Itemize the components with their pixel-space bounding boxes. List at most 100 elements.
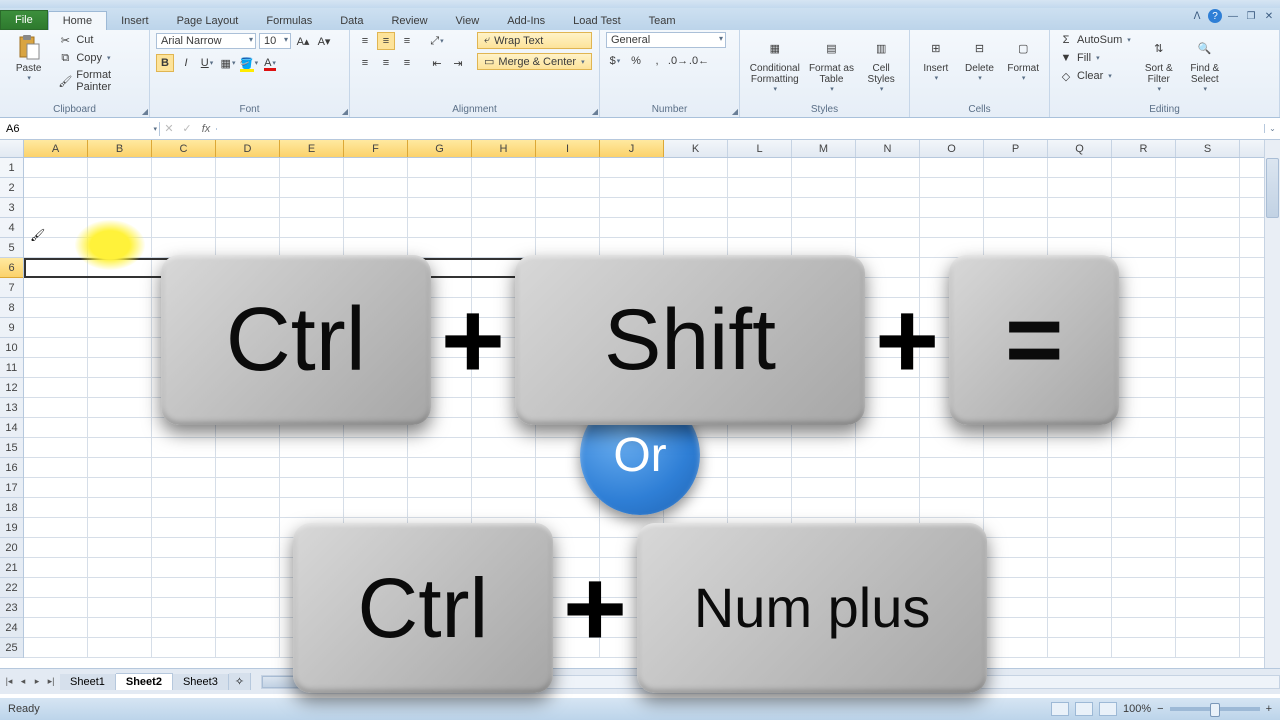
autosum-button[interactable]: ΣAutoSum▾ xyxy=(1056,32,1134,48)
column-header[interactable]: N xyxy=(856,140,920,157)
enter-formula-icon[interactable]: ✓ xyxy=(178,122,196,135)
view-layout-icon[interactable] xyxy=(1075,702,1093,716)
align-center-icon[interactable]: ≡ xyxy=(377,54,395,72)
tab-team[interactable]: Team xyxy=(635,12,690,30)
fx-icon[interactable]: fx xyxy=(196,123,216,135)
row-header[interactable]: 23 xyxy=(0,598,23,618)
tab-loadtest[interactable]: Load Test xyxy=(559,12,635,30)
horizontal-scrollbar[interactable] xyxy=(261,675,1280,689)
merge-center-button[interactable]: ▭Merge & Center▾ xyxy=(477,53,592,70)
column-header[interactable]: F xyxy=(344,140,408,157)
sheet-nav[interactable]: |◂◂▸▸| xyxy=(0,676,60,687)
row-header[interactable]: 6 xyxy=(0,258,23,278)
select-all-button[interactable] xyxy=(0,140,24,158)
spreadsheet-grid[interactable]: ABCDEFGHIJKLMNOPQRS 12345678910111213141… xyxy=(0,140,1280,694)
sheet-tab-1[interactable]: Sheet1 xyxy=(60,674,116,690)
row-header[interactable]: 17 xyxy=(0,478,23,498)
row-header[interactable]: 12 xyxy=(0,378,23,398)
vertical-scrollbar[interactable] xyxy=(1264,140,1280,668)
row-header[interactable]: 8 xyxy=(0,298,23,318)
format-cells-button[interactable]: ▢Format▾ xyxy=(1003,32,1043,82)
row-header[interactable]: 7 xyxy=(0,278,23,298)
row-header[interactable]: 9 xyxy=(0,318,23,338)
row-header[interactable]: 4 xyxy=(0,218,23,238)
row-header[interactable]: 18 xyxy=(0,498,23,518)
column-header[interactable]: M xyxy=(792,140,856,157)
tab-review[interactable]: Review xyxy=(377,12,441,30)
decrease-indent-icon[interactable]: ⇤ xyxy=(428,54,446,72)
zoom-slider[interactable] xyxy=(1170,707,1260,711)
column-header[interactable]: A xyxy=(24,140,88,157)
align-left-icon[interactable]: ≡ xyxy=(356,54,374,72)
row-header[interactable]: 20 xyxy=(0,538,23,558)
decrease-font-icon[interactable]: A▾ xyxy=(315,32,333,50)
column-header[interactable]: C xyxy=(152,140,216,157)
increase-indent-icon[interactable]: ⇥ xyxy=(449,54,467,72)
row-header[interactable]: 5 xyxy=(0,238,23,258)
cancel-formula-icon[interactable]: ✕ xyxy=(160,122,178,135)
column-header[interactable]: P xyxy=(984,140,1048,157)
row-header[interactable]: 24 xyxy=(0,618,23,638)
sheet-tab-3[interactable]: Sheet3 xyxy=(173,674,229,690)
name-box[interactable]: A6 xyxy=(2,122,152,136)
help-icon[interactable]: ? xyxy=(1208,9,1222,23)
font-launcher-icon[interactable]: ◢ xyxy=(342,107,348,116)
column-header[interactable]: D xyxy=(216,140,280,157)
column-header[interactable]: R xyxy=(1112,140,1176,157)
column-header[interactable]: L xyxy=(728,140,792,157)
font-size-combo[interactable]: 10 xyxy=(259,33,291,49)
border-button[interactable]: ▦▾ xyxy=(219,54,237,72)
namebox-dropdown-icon[interactable]: ▾ xyxy=(153,125,157,133)
tab-data[interactable]: Data xyxy=(326,12,377,30)
column-header[interactable]: K xyxy=(664,140,728,157)
paste-button[interactable]: Paste▾ xyxy=(6,32,51,82)
view-break-icon[interactable] xyxy=(1099,702,1117,716)
tab-file[interactable]: File xyxy=(0,10,48,30)
decrease-decimal-icon[interactable]: .0← xyxy=(690,52,708,70)
zoom-level-label[interactable]: 100% xyxy=(1123,703,1151,715)
number-format-combo[interactable]: General xyxy=(606,32,726,48)
conditional-formatting-button[interactable]: ▦Conditional Formatting▾ xyxy=(746,32,804,93)
row-header[interactable]: 25 xyxy=(0,638,23,658)
align-top-icon[interactable]: ≡ xyxy=(356,32,374,50)
percent-format-icon[interactable]: % xyxy=(627,52,645,70)
number-launcher-icon[interactable]: ◢ xyxy=(732,107,738,116)
tab-page-layout[interactable]: Page Layout xyxy=(163,12,253,30)
underline-button[interactable]: U▾ xyxy=(198,54,216,72)
row-header[interactable]: 16 xyxy=(0,458,23,478)
insert-cells-button[interactable]: ⊞Insert▾ xyxy=(916,32,956,82)
find-select-button[interactable]: 🔍Find & Select▾ xyxy=(1184,32,1226,93)
row-header[interactable]: 19 xyxy=(0,518,23,538)
row-header[interactable]: 1 xyxy=(0,158,23,178)
formula-input[interactable] xyxy=(216,128,1264,130)
row-header[interactable]: 10 xyxy=(0,338,23,358)
window-minimize-icon[interactable]: ― xyxy=(1226,9,1240,23)
format-painter-button[interactable]: 🖌Format Painter xyxy=(55,68,143,94)
row-header[interactable]: 3 xyxy=(0,198,23,218)
row-header[interactable]: 15 xyxy=(0,438,23,458)
column-header[interactable]: J xyxy=(600,140,664,157)
column-header[interactable]: B xyxy=(88,140,152,157)
alignment-launcher-icon[interactable]: ◢ xyxy=(592,107,598,116)
row-header[interactable]: 21 xyxy=(0,558,23,578)
new-sheet-button[interactable]: ✧ xyxy=(229,673,251,690)
column-header[interactable]: H xyxy=(472,140,536,157)
row-header[interactable]: 13 xyxy=(0,398,23,418)
window-close-icon[interactable]: ✕ xyxy=(1262,9,1276,23)
delete-cells-button[interactable]: ⊟Delete▾ xyxy=(960,32,1000,82)
column-header[interactable]: S xyxy=(1176,140,1240,157)
tab-insert[interactable]: Insert xyxy=(107,12,163,30)
clear-button[interactable]: ◇Clear▾ xyxy=(1056,68,1134,84)
align-right-icon[interactable]: ≡ xyxy=(398,54,416,72)
format-as-table-button[interactable]: ▤Format as Table▾ xyxy=(808,32,856,93)
fill-button[interactable]: ▼Fill▾ xyxy=(1056,50,1134,66)
column-header[interactable]: E xyxy=(280,140,344,157)
zoom-in-icon[interactable]: + xyxy=(1266,703,1272,715)
view-normal-icon[interactable] xyxy=(1051,702,1069,716)
tab-formulas[interactable]: Formulas xyxy=(252,12,326,30)
tab-home[interactable]: Home xyxy=(48,11,107,30)
expand-formula-icon[interactable]: ⌄ xyxy=(1264,124,1280,133)
align-middle-icon[interactable]: ≡ xyxy=(377,32,395,50)
italic-button[interactable]: I xyxy=(177,54,195,72)
wrap-text-button[interactable]: ⤶Wrap Text xyxy=(477,32,592,49)
